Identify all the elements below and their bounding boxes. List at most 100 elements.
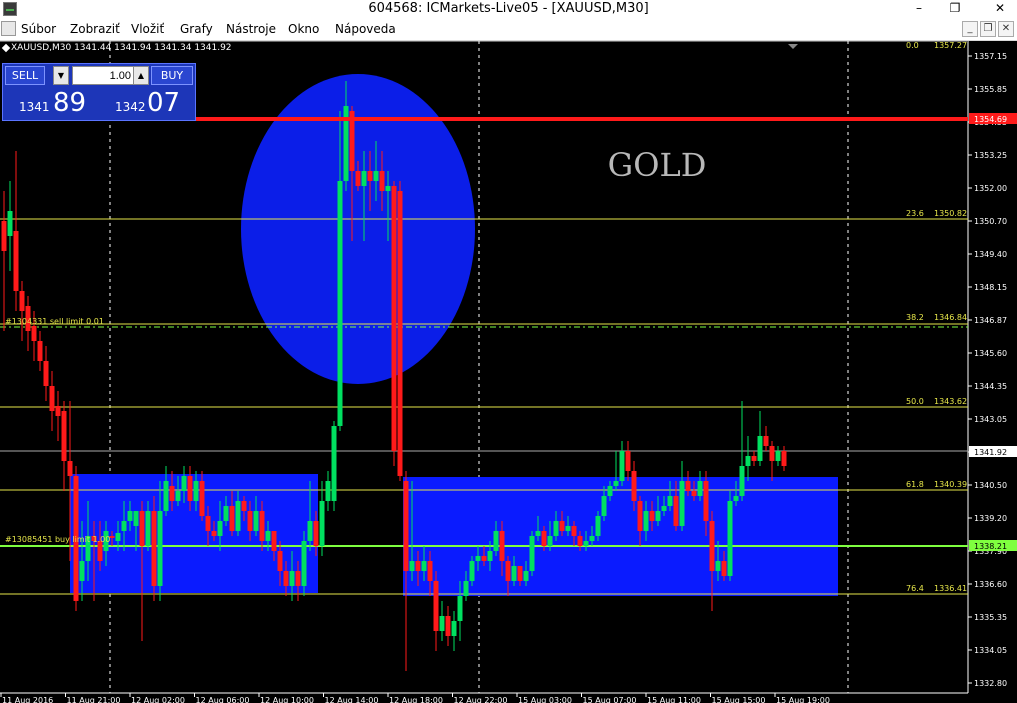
candle-body	[181, 476, 187, 491]
buy-limit-price-text: 1338.21	[974, 542, 1007, 551]
title-bar: 604568: ICMarkets-Live05 - [XAUUSD,M30] …	[0, 0, 1017, 18]
price-tick-label: 1350.70	[974, 217, 1007, 226]
menu-insert[interactable]: Vložiť	[131, 18, 164, 40]
candle-body	[361, 171, 367, 186]
price-tick-label: 1344.35	[974, 382, 1007, 391]
candle-body	[151, 511, 157, 586]
window-title: 604568: ICMarkets-Live05 - [XAUUSD,M30]	[368, 1, 649, 16]
price-chart[interactable]: GOLD 0.0 1357.27 23.6 1350.82 38.2 1346.…	[0, 41, 1017, 703]
time-tick-label: 15 Aug 19:00	[776, 696, 830, 703]
candle-body	[1, 221, 7, 251]
price-tick-label: 1335.35	[974, 613, 1007, 622]
candle-body	[313, 521, 319, 546]
candle-body	[487, 551, 493, 561]
candle-body	[127, 511, 133, 521]
price-tick-label: 1332.80	[974, 679, 1007, 688]
candle-body	[277, 551, 283, 571]
price-tick-label: 1349.40	[974, 250, 1007, 259]
chart-shift-marker[interactable]	[788, 44, 798, 49]
menu-tools[interactable]: Nástroje	[226, 18, 276, 40]
menu-view[interactable]: Zobraziť	[70, 18, 120, 40]
candle-body	[439, 616, 445, 631]
candle-body	[295, 571, 301, 586]
menu-file[interactable]: Súbor	[21, 18, 56, 40]
buy-price-box[interactable]: 1342 07	[101, 86, 194, 118]
candle-body	[289, 571, 295, 586]
fib-ratio-label: 76.4	[906, 584, 924, 593]
candle-body	[685, 481, 691, 491]
chart-window-icon[interactable]	[1, 21, 16, 36]
candle-body	[319, 501, 325, 546]
chart-canvas[interactable]: GOLD 0.0 1357.27 23.6 1350.82 38.2 1346.…	[0, 41, 1017, 703]
time-tick-label: 12 Aug 10:00	[260, 696, 314, 703]
buy-limit-label: #13085451 buy limit 1.00	[5, 535, 110, 544]
candle-body	[709, 521, 715, 571]
candle-body	[217, 521, 223, 536]
candle-body	[583, 541, 589, 546]
candle-body	[259, 511, 265, 541]
fib-price-label: 1346.84	[934, 313, 967, 322]
restore-button[interactable]: ❐	[940, 0, 970, 18]
mdi-minimize-button[interactable]: _	[962, 21, 978, 37]
sell-button[interactable]: SELL	[5, 66, 45, 85]
red-line-price-text: 1354.69	[974, 115, 1007, 124]
candle-body	[415, 561, 421, 571]
sell-price-small: 1341	[19, 100, 50, 114]
candle-body	[157, 511, 163, 586]
time-tick-label: 15 Aug 03:00	[518, 696, 572, 703]
candle-body	[199, 481, 205, 516]
time-tick-label: 15 Aug 07:00	[583, 696, 637, 703]
candle-body	[643, 511, 649, 531]
menu-window[interactable]: Okno	[288, 18, 319, 40]
candle-body	[211, 531, 217, 536]
candle-body	[727, 501, 733, 576]
menu-bar: Súbor Zobraziť Vložiť Grafy Nástroje Okn…	[0, 18, 1017, 41]
candle-body	[337, 181, 343, 426]
candle-body	[61, 411, 67, 461]
candle-body	[577, 536, 583, 546]
candle-body	[451, 621, 457, 636]
price-tick-label: 1346.87	[974, 316, 1007, 325]
lot-size-input[interactable]	[72, 66, 134, 85]
candle-body	[619, 451, 625, 481]
support-zone-right[interactable]	[403, 477, 838, 596]
candle-body	[247, 511, 253, 531]
minimize-button[interactable]: –	[904, 0, 934, 18]
candle-body	[7, 211, 13, 236]
time-tick-label: 15 Aug 15:00	[712, 696, 766, 703]
fib-ratio-label: 23.6	[906, 209, 924, 218]
candle-body	[301, 541, 307, 586]
price-tick-label: 1357.15	[974, 52, 1007, 61]
candle-body	[115, 533, 121, 541]
price-tick-label: 1334.05	[974, 646, 1007, 655]
candle-body	[769, 446, 775, 461]
candle-body	[19, 291, 25, 311]
close-button[interactable]: ✕	[985, 0, 1015, 18]
candle-body	[55, 406, 61, 416]
candle-body	[499, 531, 505, 561]
candle-body	[427, 561, 433, 581]
lot-decrease-button[interactable]: ▼	[53, 66, 69, 85]
buy-button[interactable]: BUY	[151, 66, 193, 85]
candle-body	[547, 536, 553, 546]
fib-ratio-label: 61.8	[906, 480, 924, 489]
menu-help[interactable]: Nápoveda	[335, 18, 396, 40]
candle-body	[31, 326, 37, 341]
menu-charts[interactable]: Grafy	[180, 18, 213, 40]
candle-body	[511, 566, 517, 581]
candle-body	[367, 171, 373, 181]
fib-ratio-label: 38.2	[906, 313, 924, 322]
lot-increase-button[interactable]: ▲	[133, 66, 149, 85]
candle-body	[559, 521, 565, 531]
time-tick-label: 11 Aug 21:00	[67, 696, 121, 703]
candle-body	[757, 436, 763, 461]
mdi-restore-button[interactable]: ❐	[980, 21, 996, 37]
sell-price-box[interactable]: 1341 89	[5, 86, 98, 118]
symbol-info-icon	[1, 43, 11, 52]
time-tick-label: 12 Aug 02:00	[131, 696, 185, 703]
price-tick-label: 1343.05	[974, 415, 1007, 424]
candle-body	[607, 486, 613, 496]
candle-body	[331, 426, 337, 501]
mdi-close-button[interactable]: ✕	[998, 21, 1014, 37]
candle-body	[667, 496, 673, 506]
